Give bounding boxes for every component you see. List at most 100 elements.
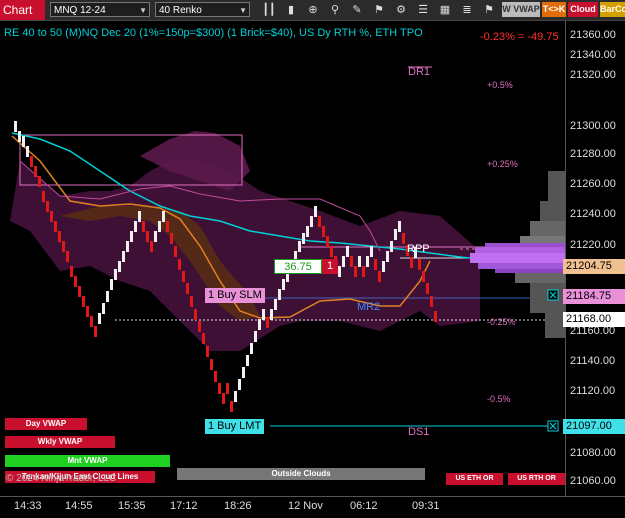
renko-brick bbox=[30, 156, 33, 167]
chevron-down-icon: ▼ bbox=[239, 6, 247, 15]
renko-brick bbox=[262, 309, 265, 320]
renko-brick bbox=[174, 246, 177, 257]
renko-brick bbox=[106, 291, 109, 302]
pct-m05-label: -0.5% bbox=[487, 394, 511, 404]
instrument-selector[interactable]: MNQ 12-24 ▼ bbox=[50, 2, 150, 17]
renko-brick bbox=[258, 319, 261, 330]
bars-icon[interactable]: ┃┃ bbox=[262, 2, 276, 18]
price-tick-label: 21080.00 bbox=[570, 447, 616, 459]
copyright-text: © 2024 NinjaTrader, LLC bbox=[6, 473, 117, 484]
renko-brick bbox=[78, 286, 81, 297]
buy-slm-order[interactable]: 1 Buy SLM bbox=[205, 288, 265, 303]
wkly-vwap-button[interactable]: Wkly VWAP bbox=[5, 436, 115, 448]
renko-brick bbox=[374, 259, 377, 270]
renko-brick bbox=[94, 326, 97, 337]
rpp-label: RPP bbox=[407, 243, 430, 255]
renko-brick bbox=[150, 241, 153, 252]
renko-brick bbox=[202, 333, 205, 344]
renko-brick bbox=[178, 259, 181, 270]
renko-brick bbox=[394, 229, 397, 240]
chart-title: RE 40 to 50 (M)NQ Dec 20 (1%=150p=$300) … bbox=[4, 27, 423, 39]
day-vwap-button[interactable]: Day VWAP bbox=[5, 418, 87, 430]
pencil-icon[interactable]: ✎ bbox=[350, 2, 364, 18]
renko-brick bbox=[278, 289, 281, 300]
chart-menu-button[interactable]: Chart bbox=[0, 0, 45, 20]
zoom-icon[interactable]: ⊕ bbox=[306, 2, 320, 18]
renko-brick bbox=[170, 233, 173, 244]
chevron-down-icon: ▼ bbox=[139, 6, 147, 15]
close-order-icon[interactable] bbox=[547, 289, 559, 301]
renko-brick bbox=[218, 383, 221, 394]
mr2-label: MR2 bbox=[357, 301, 381, 313]
period-value: 40 Renko bbox=[159, 5, 202, 16]
properties-icon[interactable]: ☰ bbox=[416, 2, 430, 18]
renko-brick bbox=[358, 256, 361, 267]
renko-brick bbox=[86, 306, 89, 317]
strategy-icon[interactable]: ⚙ bbox=[394, 2, 408, 18]
period-selector[interactable]: 40 Renko ▼ bbox=[155, 2, 250, 17]
magnify-icon[interactable]: ⚲ bbox=[328, 2, 342, 18]
barco-button[interactable]: BarCo bbox=[600, 2, 625, 17]
wvwap-button[interactable]: W VWAP bbox=[502, 2, 540, 17]
renko-brick bbox=[230, 401, 233, 412]
renko-brick bbox=[306, 226, 309, 237]
renko-brick bbox=[254, 331, 257, 342]
price-tick-label: 21300.00 bbox=[570, 120, 616, 132]
last-price-label: 21168.00 bbox=[563, 312, 625, 327]
window-icon[interactable]: ▦ bbox=[438, 2, 452, 18]
renko-brick bbox=[134, 221, 137, 232]
cloud-button[interactable]: Cloud bbox=[568, 2, 598, 17]
renko-brick bbox=[182, 271, 185, 282]
renko-brick bbox=[410, 257, 413, 268]
outside-clouds-button[interactable]: Outside Clouds bbox=[177, 468, 425, 480]
renko-brick bbox=[186, 283, 189, 294]
renko-brick bbox=[402, 233, 405, 244]
us-eth-or-button[interactable]: US ETH OR bbox=[446, 473, 503, 485]
time-tick-label: 14:55 bbox=[65, 500, 93, 512]
list-icon[interactable]: ≣ bbox=[460, 2, 474, 18]
toolbar: Chart MNQ 12-24 ▼ 40 Renko ▼ ┃┃ ▮ ⊕ ⚲ ✎ … bbox=[0, 0, 625, 21]
renko-brick bbox=[242, 367, 245, 378]
renko-brick bbox=[114, 269, 117, 280]
tk-button[interactable]: T<>K bbox=[542, 2, 566, 17]
renko-brick bbox=[74, 276, 77, 287]
renko-brick bbox=[198, 321, 201, 332]
change-readout: -0.23% = -49.75 bbox=[480, 31, 559, 43]
settings-icon[interactable]: ⚑ bbox=[482, 2, 496, 18]
us-rth-or-button[interactable]: US RTH OR bbox=[508, 473, 565, 485]
price-tick-label: 21120.00 bbox=[570, 385, 616, 397]
candles-icon[interactable]: ▮ bbox=[284, 2, 298, 18]
shapes-icon[interactable]: ⚑ bbox=[372, 2, 386, 18]
renko-brick bbox=[110, 279, 113, 290]
renko-brick bbox=[54, 221, 57, 232]
price-tick-label: 21280.00 bbox=[570, 148, 616, 160]
renko-brick bbox=[222, 393, 225, 404]
renko-brick bbox=[302, 233, 305, 244]
pct-025-label: +0.25% bbox=[487, 159, 518, 169]
renko-brick bbox=[206, 346, 209, 357]
time-tick-label: 14:33 bbox=[14, 500, 42, 512]
renko-brick bbox=[338, 266, 341, 277]
renko-brick bbox=[66, 251, 69, 262]
renko-brick bbox=[130, 231, 133, 242]
ds1-label: DS1 bbox=[408, 426, 430, 438]
renko-brick bbox=[366, 256, 369, 267]
renko-brick bbox=[194, 309, 197, 320]
close-order-icon[interactable] bbox=[547, 420, 559, 432]
position-qty[interactable]: 1 bbox=[322, 259, 338, 274]
renko-brick bbox=[50, 211, 53, 222]
renko-brick bbox=[426, 283, 429, 294]
renko-brick bbox=[42, 191, 45, 202]
renko-brick bbox=[430, 296, 433, 307]
renko-brick bbox=[70, 266, 73, 277]
renko-brick bbox=[346, 246, 349, 257]
buy-lmt-order[interactable]: 1 Buy LMT bbox=[205, 419, 265, 434]
dr1-label: DR1 bbox=[408, 66, 431, 78]
renko-brick bbox=[214, 371, 217, 382]
renko-brick bbox=[166, 221, 169, 232]
renko-brick bbox=[26, 146, 29, 157]
mnt-vwap-button[interactable]: Mnt VWAP bbox=[5, 455, 170, 467]
renko-brick bbox=[266, 317, 269, 328]
renko-brick bbox=[378, 271, 381, 282]
renko-brick bbox=[158, 221, 161, 232]
